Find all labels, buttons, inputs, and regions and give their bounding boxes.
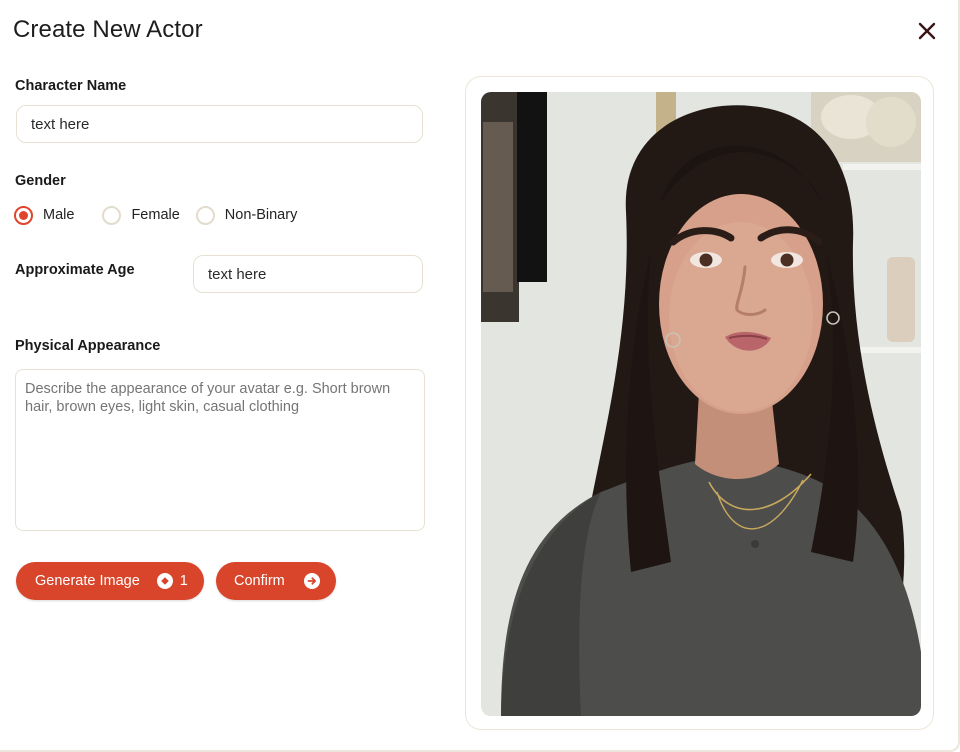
close-icon bbox=[918, 22, 936, 40]
gender-option-female[interactable]: Female bbox=[102, 205, 180, 225]
age-label: Approximate Age bbox=[15, 262, 135, 278]
close-button[interactable] bbox=[914, 18, 940, 44]
appearance-label: Physical Appearance bbox=[15, 338, 161, 354]
appearance-textarea[interactable] bbox=[15, 369, 425, 531]
gender-label: Gender bbox=[15, 173, 66, 189]
confirm-label: Confirm bbox=[234, 573, 285, 589]
avatar-preview-card bbox=[465, 76, 934, 730]
gender-option-label: Male bbox=[43, 207, 75, 223]
generate-image-button[interactable]: Generate Image 1 bbox=[16, 562, 204, 600]
create-actor-dialog: Create New Actor Character Name Gender M… bbox=[0, 0, 960, 752]
dialog-title: Create New Actor bbox=[13, 16, 203, 43]
radio-unselected-icon bbox=[195, 205, 215, 225]
gender-radio-group: Male Female Non-Binary bbox=[14, 205, 297, 225]
radio-unselected-icon bbox=[102, 205, 122, 225]
gender-option-male[interactable]: Male bbox=[14, 205, 75, 225]
gender-option-label: Female bbox=[131, 207, 180, 223]
portrait-photo-icon bbox=[481, 92, 921, 716]
character-name-label: Character Name bbox=[15, 78, 127, 94]
generate-image-label: Generate Image bbox=[35, 573, 140, 589]
credit-coin-icon bbox=[156, 573, 173, 589]
avatar-preview-image bbox=[481, 92, 921, 716]
age-input[interactable] bbox=[193, 255, 423, 293]
gender-option-non-binary[interactable]: Non-Binary bbox=[195, 205, 298, 225]
gender-option-label: Non-Binary bbox=[224, 207, 298, 223]
generate-cost: 1 bbox=[179, 573, 188, 589]
confirm-button[interactable]: Confirm bbox=[216, 562, 336, 600]
radio-selected-icon bbox=[14, 205, 33, 225]
arrow-right-circle-icon bbox=[303, 573, 320, 589]
character-name-input[interactable] bbox=[16, 105, 423, 143]
